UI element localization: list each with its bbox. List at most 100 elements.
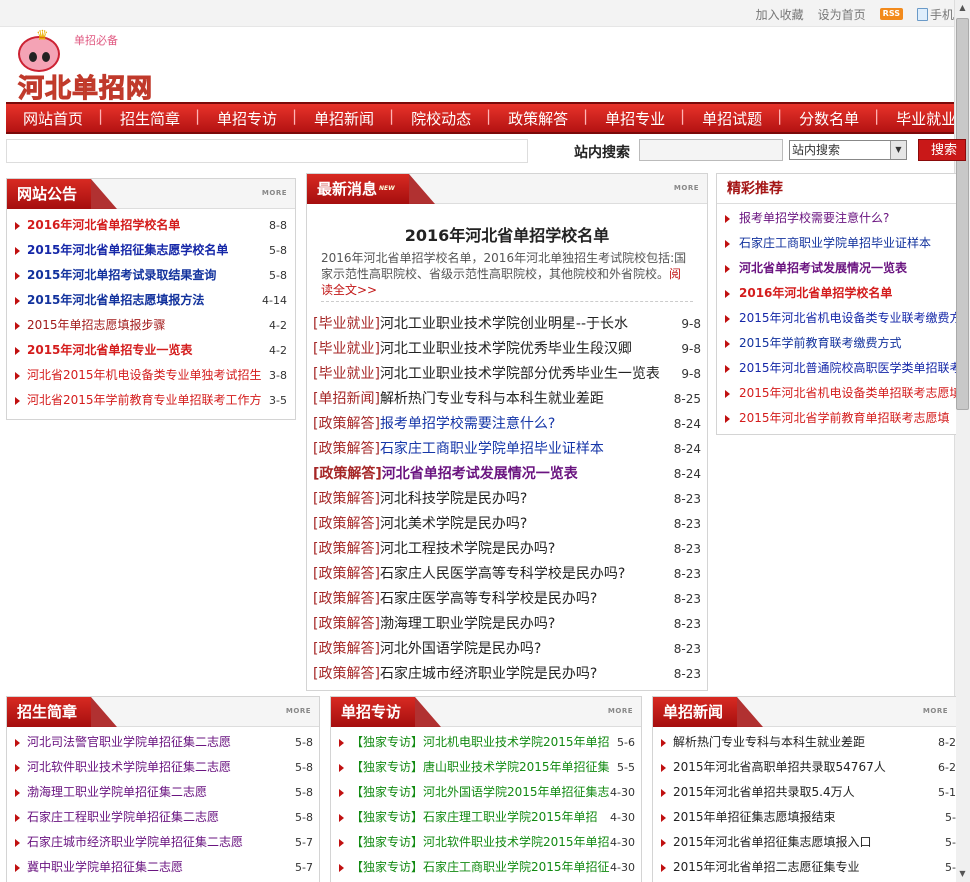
news-item[interactable]: 2015年单招征集志愿填报结束 5- xyxy=(653,805,956,830)
nav-item-8[interactable]: 分数名单 xyxy=(782,107,879,129)
scroll-up-icon[interactable]: ▲ xyxy=(955,0,970,16)
interview-item-link[interactable]: 【独家专访】石家庄工商职业学院2015年单招征 xyxy=(351,855,610,880)
interview-item-tag[interactable]: 【独家专访】 xyxy=(351,835,423,849)
rss-icon[interactable]: RSS xyxy=(879,8,903,20)
chevron-down-icon[interactable]: ▼ xyxy=(890,141,906,159)
interview-item-tag[interactable]: 【独家专访】 xyxy=(351,810,423,824)
notice-item[interactable]: 2016年河北省单招学校名单 8-8 xyxy=(7,213,295,238)
site-logo[interactable]: ♛ 单招必备 河北单招网 xyxy=(14,28,174,105)
latest-item[interactable]: [毕业就业]河北工业职业技术学院优秀毕业生段汉卿 9-8 xyxy=(307,337,707,362)
mobile-link[interactable]: 手机 xyxy=(930,6,954,23)
news-item-title[interactable]: 2015年单招征集志愿填报结束 xyxy=(673,810,836,824)
brochure-item-title[interactable]: 石家庄工程职业学院单招征集二志愿 xyxy=(27,810,219,824)
featured-item-title[interactable]: 2015年河北省机电设备类专业联考缴费方 xyxy=(739,306,956,331)
latest-item-title[interactable]: 解析热门专业专科与本科生就业差距 xyxy=(380,391,604,407)
news-item-link[interactable]: 2015年单招征集志愿填报结束 xyxy=(673,805,836,830)
news-item-title[interactable]: 2015年河北省高职单招共录取54767人 xyxy=(673,760,886,774)
latest-item-category[interactable]: [毕业就业] xyxy=(313,316,380,332)
headline-link[interactable]: 2016年河北省单招学校名单 xyxy=(307,222,707,246)
interview-item-link[interactable]: 【独家专访】唐山职业技术学院2015年单招征集 xyxy=(351,755,610,780)
nav-item-6[interactable]: 单招专业 xyxy=(588,107,685,129)
latest-item-title[interactable]: 渤海理工职业学院是民办吗? xyxy=(380,616,555,632)
latest-item-link[interactable]: [政策解答]石家庄人民医学高等专科学校是民办吗? xyxy=(313,562,625,587)
latest-item-link[interactable]: [政策解答]报考单招学校需要注意什么? xyxy=(313,412,555,437)
notice-item[interactable]: 2015年河北单招考试录取结果查询 5-8 xyxy=(7,263,295,288)
interview-item-title[interactable]: 石家庄工商职业学院2015年单招征 xyxy=(423,860,610,874)
news-item-title[interactable]: 2015年河北省单招二志愿征集专业 xyxy=(673,860,860,874)
latest-item-title[interactable]: 河北外国语学院是民办吗? xyxy=(380,641,541,657)
brochure-item-link[interactable]: 河北软件职业技术学院单招征集二志愿 xyxy=(27,755,231,780)
latest-item-title[interactable]: 河北省单招考试发展情况一览表 xyxy=(382,466,578,482)
notice-item[interactable]: 2015年河北省单招志愿填报方法 4-14 xyxy=(7,288,295,313)
notice-item[interactable]: 2015年河北省单招专业一览表 4-2 xyxy=(7,338,295,363)
latest-item-link[interactable]: [政策解答]渤海理工职业学院是民办吗? xyxy=(313,612,555,637)
featured-item[interactable]: 2016年河北省单招学校名单 xyxy=(717,281,956,306)
latest-item-category[interactable]: [政策解答] xyxy=(313,591,380,607)
latest-item-link[interactable]: [单招新闻]解析热门专业专科与本科生就业差距 xyxy=(313,387,604,412)
latest-item-title[interactable]: 石家庄人民医学高等专科学校是民办吗? xyxy=(380,566,625,582)
vertical-scrollbar[interactable]: ▲ ▼ xyxy=(954,0,970,882)
featured-item-title[interactable]: 河北省单招考试发展情况一览表 xyxy=(739,256,907,281)
notice-item-title[interactable]: 2015年单招志愿填报步骤 xyxy=(27,313,166,338)
brochure-item-link[interactable]: 石家庄工程职业学院单招征集二志愿 xyxy=(27,805,219,830)
featured-item-title[interactable]: 石家庄工商职业学院单招毕业证样本 xyxy=(739,231,931,256)
latest-item-link[interactable]: [政策解答]河北科技学院是民办吗? xyxy=(313,487,527,512)
news-more-link[interactable]: MORE xyxy=(923,707,948,715)
featured-item-title[interactable]: 2015年河北省机电设备类单招联考志愿填 xyxy=(739,381,956,406)
latest-item-link[interactable]: [毕业就业]河北工业职业技术学院创业明星--于长水 xyxy=(313,312,628,337)
featured-item-title[interactable]: 报考单招学校需要注意什么? xyxy=(739,206,889,231)
latest-item[interactable]: [政策解答]石家庄医学高等专科学校是民办吗? 8-23 xyxy=(307,587,707,612)
news-item[interactable]: 2015年河北省单招二志愿征集专业 5- xyxy=(653,855,956,880)
featured-item-title[interactable]: 2015年河北普通院校高职医学类单招联考 xyxy=(739,356,956,381)
latest-item-title[interactable]: 报考单招学校需要注意什么? xyxy=(380,416,555,432)
latest-item-title[interactable]: 河北工程技术学院是民办吗? xyxy=(380,541,555,557)
interview-item-link[interactable]: 【独家专访】河北机电职业技术学院2015年单招 xyxy=(351,730,610,755)
featured-item[interactable]: 河北省单招考试发展情况一览表 xyxy=(717,256,956,281)
latest-item-title[interactable]: 石家庄城市经济职业学院是民办吗? xyxy=(380,666,597,682)
search-scope-select[interactable]: 站内搜索 ▼ xyxy=(789,140,907,160)
latest-item-category[interactable]: [政策解答] xyxy=(313,541,380,557)
interview-item-tag[interactable]: 【独家专访】 xyxy=(351,735,423,749)
interview-item-link[interactable]: 【独家专访】石家庄理工职业学院2015年单招 xyxy=(351,805,598,830)
latest-item[interactable]: [政策解答]河北外国语学院是民办吗? 8-23 xyxy=(307,637,707,662)
latest-item-link[interactable]: [政策解答]石家庄城市经济职业学院是民办吗? xyxy=(313,662,597,687)
latest-item[interactable]: [单招新闻]解析热门专业专科与本科生就业差距 8-25 xyxy=(307,387,707,412)
latest-item-category[interactable]: [政策解答] xyxy=(313,466,382,482)
brochure-item-link[interactable]: 石家庄城市经济职业学院单招征集二志愿 xyxy=(27,830,243,855)
interview-more-link[interactable]: MORE xyxy=(608,707,633,715)
interview-item-title[interactable]: 唐山职业技术学院2015年单招征集 xyxy=(423,760,610,774)
latest-item-link[interactable]: [政策解答]石家庄医学高等专科学校是民办吗? xyxy=(313,587,597,612)
latest-item-title[interactable]: 河北美术学院是民办吗? xyxy=(380,516,527,532)
news-item[interactable]: 2015年河北省单招共录取5.4万人 5-1 xyxy=(653,780,956,805)
latest-item-link[interactable]: [政策解答]河北省单招考试发展情况一览表 xyxy=(313,462,578,487)
nav-item-9[interactable]: 毕业就业 xyxy=(879,108,954,129)
latest-item-category[interactable]: [毕业就业] xyxy=(313,366,380,382)
notice-more-link[interactable]: MORE xyxy=(262,189,287,197)
latest-item[interactable]: [毕业就业]河北工业职业技术学院创业明星--于长水 9-8 xyxy=(307,312,707,337)
brochure-item[interactable]: 河北司法警官职业学院单招征集二志愿 5-8 xyxy=(7,730,319,755)
search-button[interactable]: 搜索 xyxy=(918,139,966,161)
news-item[interactable]: 2015年河北省高职单招共录取54767人 6-2 xyxy=(653,755,956,780)
interview-item-tag[interactable]: 【独家专访】 xyxy=(351,785,423,799)
latest-item-title[interactable]: 河北工业职业技术学院部分优秀毕业生一览表 xyxy=(380,366,660,382)
interview-item-tag[interactable]: 【独家专访】 xyxy=(351,760,423,774)
interview-item[interactable]: 【独家专访】河北外国语学院2015年单招征集志 4-30 xyxy=(331,780,641,805)
notice-item-title[interactable]: 2015年河北单招考试录取结果查询 xyxy=(27,263,216,288)
latest-item[interactable]: [政策解答]河北科技学院是民办吗? 8-23 xyxy=(307,487,707,512)
interview-item-title[interactable]: 河北机电职业技术学院2015年单招 xyxy=(423,735,610,749)
interview-item[interactable]: 【独家专访】石家庄工商职业学院2015年单招征 4-30 xyxy=(331,855,641,880)
news-item[interactable]: 2015年河北省单招征集志愿填报入口 5- xyxy=(653,830,956,855)
news-item-title[interactable]: 解析热门专业专科与本科生就业差距 xyxy=(673,735,865,749)
interview-item[interactable]: 【独家专访】河北软件职业技术学院2015年单招 4-30 xyxy=(331,830,641,855)
latest-item-link[interactable]: [政策解答]河北外国语学院是民办吗? xyxy=(313,637,541,662)
latest-item-category[interactable]: [政策解答] xyxy=(313,566,380,582)
latest-item-category[interactable]: [政策解答] xyxy=(313,516,380,532)
latest-item-category[interactable]: [政策解答] xyxy=(313,641,380,657)
latest-item-title[interactable]: 石家庄工商职业学院单招毕业证样本 xyxy=(380,441,604,457)
news-item-title[interactable]: 2015年河北省单招共录取5.4万人 xyxy=(673,785,855,799)
news-item-link[interactable]: 2015年河北省单招共录取5.4万人 xyxy=(673,780,855,805)
latest-item-link[interactable]: [政策解答]河北工程技术学院是民办吗? xyxy=(313,537,555,562)
brochure-item-title[interactable]: 石家庄城市经济职业学院单招征集二志愿 xyxy=(27,835,243,849)
brochure-item[interactable]: 渤海理工职业学院单招征集二志愿 5-8 xyxy=(7,780,319,805)
latest-item[interactable]: [政策解答]河北省单招考试发展情况一览表 8-24 xyxy=(307,462,707,487)
